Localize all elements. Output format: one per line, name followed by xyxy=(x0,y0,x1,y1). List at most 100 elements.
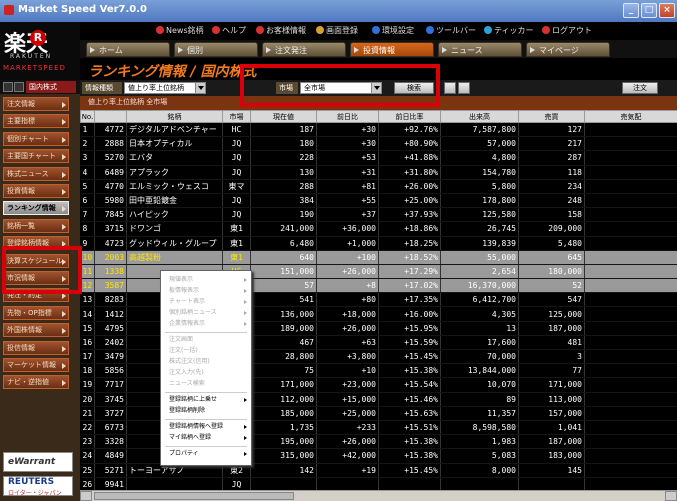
sidebar-item[interactable]: 銘柄一覧 xyxy=(3,218,69,233)
cell-vol: 26,745 xyxy=(440,221,519,237)
context-menu-item[interactable]: 登録銘柄に上乗せ xyxy=(161,395,251,405)
column-header[interactable]: 市場 xyxy=(222,110,251,123)
tab-3[interactable]: 投資情報 xyxy=(350,42,434,57)
sidebar-item-label: 株式ニュース xyxy=(7,169,49,178)
tab-0[interactable]: ホーム xyxy=(86,42,170,57)
sidebar-top: 国内株式 xyxy=(0,80,80,94)
sidebar-next-button[interactable] xyxy=(14,82,24,92)
order-button[interactable]: 注文 xyxy=(622,82,658,94)
column-header[interactable]: 現在値 xyxy=(250,110,317,123)
tab-1[interactable]: 個別 xyxy=(174,42,258,57)
cell-name: 日本オプティカル xyxy=(126,136,223,152)
column-header[interactable]: No. xyxy=(80,110,95,123)
minimize-button[interactable]: _ xyxy=(623,3,639,18)
cell-x xyxy=(584,150,677,166)
sidebar-item[interactable]: マーケット情報 xyxy=(3,358,69,372)
table-row[interactable]: 6 5980 田中亜鉛鍍金 JQ 384 +55 +25.00% 178,800 248 xyxy=(80,193,677,209)
maximize-button[interactable]: □ xyxy=(641,3,657,18)
sidebar-item[interactable]: 注文情報 xyxy=(3,97,69,111)
sidebar-item-label: ナビ・逆指値 xyxy=(7,378,49,387)
cell-vol: 139,839 xyxy=(440,236,519,251)
topmenu-item[interactable]: ヘルプ xyxy=(212,25,246,36)
cell-vol xyxy=(440,477,519,490)
scroll-left-arrow[interactable] xyxy=(80,491,92,501)
cell-x xyxy=(584,179,677,194)
tab-4[interactable]: ニュース xyxy=(438,42,522,57)
tab-2[interactable]: 注文発注 xyxy=(262,42,346,57)
context-menu-item[interactable]: プロパティ xyxy=(161,449,251,459)
context-menu-item[interactable]: 登録銘柄情報へ登録 xyxy=(161,422,251,432)
sidebar-category[interactable]: 国内株式 xyxy=(26,81,76,93)
cell-chg: +25,000 xyxy=(316,406,379,421)
print-icon[interactable] xyxy=(444,82,456,94)
table-row[interactable]: 7 7845 ハイピック JQ 190 +37 +37.93% 125,580 158 xyxy=(80,207,677,223)
sidebar-item[interactable]: 投信情報 xyxy=(3,340,69,355)
cell-no: 18 xyxy=(80,363,95,379)
settings-icon[interactable] xyxy=(458,82,470,94)
chevron-down-icon[interactable] xyxy=(195,83,205,93)
context-menu-item[interactable]: マイ銘柄へ登録 xyxy=(161,433,251,443)
sidebar-item[interactable]: ナビ・逆指値 xyxy=(3,375,69,390)
column-header[interactable]: 売買 xyxy=(518,110,585,123)
topmenu-item[interactable]: ティッカー xyxy=(484,25,534,36)
table-row[interactable]: 1 4772 デジタルアドベンチャー HC 187 +30 +92.76% 7,587,800… xyxy=(80,122,677,138)
menu-separator xyxy=(165,446,247,447)
sidebar-item[interactable]: 先物・OP指標 xyxy=(3,305,69,320)
topmenu-item[interactable]: お客様情報 xyxy=(256,25,306,36)
column-header[interactable]: 前日比 xyxy=(316,110,379,123)
topmenu-item[interactable]: News銘柄 xyxy=(156,25,204,36)
table-row[interactable]: 26 9941 JQ xyxy=(80,477,677,490)
page-title: ランキング情報 / 国内株式 xyxy=(88,64,257,80)
column-header[interactable]: 前日比率 xyxy=(378,110,441,123)
topmenu-item[interactable]: ツールバー xyxy=(426,25,476,36)
tab-arrow-icon xyxy=(90,47,95,53)
sidebar-item-label: 注文情報 xyxy=(7,100,35,108)
cell-no: 24 xyxy=(80,448,95,464)
menu-dot-icon xyxy=(426,26,434,34)
column-header[interactable]: 銘柄 xyxy=(126,110,223,123)
table-row[interactable]: 8 3715 ドワンゴ 東1 241,000 +36,000 +18.86% 26,745 20… xyxy=(80,221,677,237)
cell-vol: 17,600 xyxy=(440,335,519,351)
column-header[interactable] xyxy=(94,110,127,123)
sidebar-item[interactable]: 株式ニュース xyxy=(3,166,69,181)
column-header[interactable]: 売気配 xyxy=(584,110,677,123)
sidebar-item[interactable]: 投資情報 xyxy=(3,184,69,198)
sidebar-item[interactable]: 個別チャート xyxy=(3,131,69,146)
tab-5[interactable]: マイページ xyxy=(526,42,610,57)
sidebar-item[interactable]: 外国株情報 xyxy=(3,323,69,338)
table-row[interactable]: 9 4723 グッドウィル・グループ 東1 6,480 +1,000 +18.25% 139,… xyxy=(80,236,677,251)
horizontal-scrollbar[interactable] xyxy=(80,490,677,501)
table-row[interactable]: 10 2003 高越製粉 東1 640 +100 +18.52% 55,000 645 xyxy=(80,250,677,265)
scroll-right-arrow[interactable] xyxy=(665,491,677,501)
cell-no: 16 xyxy=(80,335,95,351)
ranking-type-select[interactable]: 値上り率上位銘柄 xyxy=(124,82,206,94)
topmenu-item[interactable]: 画面登録 xyxy=(316,25,358,36)
cell-x xyxy=(584,392,677,407)
ewarrant-banner[interactable]: eWarrant xyxy=(3,452,73,472)
table-row[interactable]: 2 2888 日本オプティカル JQ 180 +30 +80.90% 57,000 217 xyxy=(80,136,677,152)
cell-pct: +15.38% xyxy=(378,434,441,450)
close-button[interactable]: × xyxy=(659,3,675,18)
topmenu-item[interactable]: 環境設定 xyxy=(372,25,414,36)
context-menu-item: 個別銘柄ニュース xyxy=(161,308,251,318)
column-header[interactable]: 出来高 xyxy=(440,110,519,123)
cell-chg: +1,000 xyxy=(316,236,379,251)
scroll-thumb[interactable] xyxy=(94,492,294,500)
sidebar-item[interactable]: 主要国チャート xyxy=(3,149,69,164)
menu-item-label: プロパティ xyxy=(169,450,199,457)
context-menu-item[interactable]: 登録銘柄削除 xyxy=(161,406,251,416)
cell-vol: 125,580 xyxy=(440,207,519,223)
cell-trd: 77 xyxy=(518,363,585,379)
topmenu-item[interactable]: ログアウト xyxy=(542,25,592,36)
sidebar-item[interactable]: ランキング情報 xyxy=(3,201,69,216)
cell-code: 2888 xyxy=(94,136,127,152)
table-row[interactable]: 3 5270 エバタ JQ 228 +53 +41.88% 4,800 287 xyxy=(80,150,677,166)
app-icon xyxy=(4,5,14,15)
reuters-sub: ロイター・ジャパン xyxy=(8,490,62,497)
sidebar-prev-button[interactable] xyxy=(3,82,13,92)
table-row[interactable]: 5 4770 エルミック・ウェスコ 東マ 288 +81 +26.00% 5,800 234 xyxy=(80,179,677,194)
sidebar-item[interactable]: 主要指標 xyxy=(3,114,69,129)
reuters-banner[interactable]: REUTERS ロイター・ジャパン xyxy=(3,476,73,497)
table-row[interactable]: 4 6489 アプラック JQ 130 +31 +31.80% 154,780 118 xyxy=(80,165,677,180)
tab-label: ホーム xyxy=(99,46,123,55)
